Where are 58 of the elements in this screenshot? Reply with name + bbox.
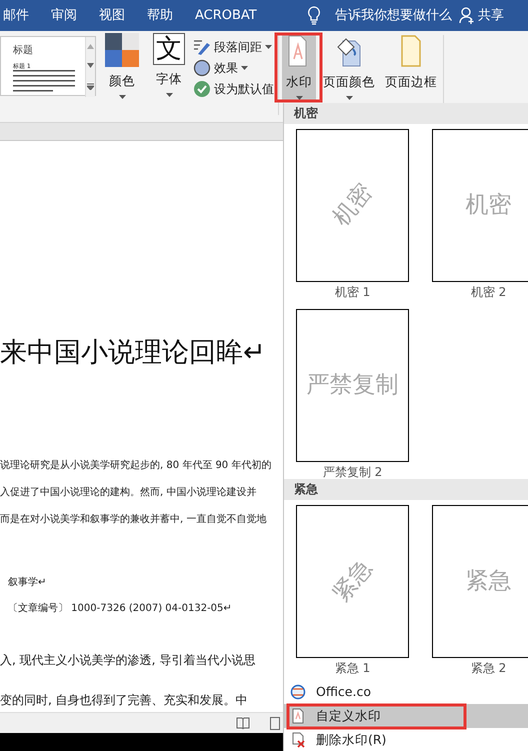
paragraph-spacing-icon: [193, 38, 211, 56]
thumbnail-label: 紧急 1: [334, 660, 372, 677]
gallery-scrollbar[interactable]: [85, 37, 95, 97]
section-header: 紧急: [284, 479, 528, 500]
page-color-button[interactable]: 页面颜色: [320, 33, 378, 101]
watermark-text: 机密: [326, 178, 378, 234]
expand-icon: [87, 82, 94, 90]
caret-icon: [166, 92, 172, 97]
globe-icon: [290, 684, 306, 700]
menu-item[interactable]: Office.co: [284, 680, 528, 704]
text-line: 入, 现代主义小说美学的渗透, 导引着当代小说思: [0, 652, 256, 669]
article-number-line: 〔文章编号〕 1000-7326 (2007) 04-0132-05↵: [8, 602, 232, 616]
fonts-button[interactable]: 文 字体: [150, 31, 188, 99]
color-palette-icon: [105, 33, 139, 67]
text-line: 入促进了中国小说理论的建构。然而, 中国小说理论建设并: [0, 486, 256, 500]
watermark-text: 紧急: [466, 567, 512, 596]
watermark-text: 严禁复制: [306, 371, 398, 400]
spacing-button[interactable]: 段落间距: [192, 36, 275, 57]
ribbon-tab[interactable]: ACROBAT: [195, 6, 257, 26]
text-line: 说理论研究是从小说美学研究起步的, 80 年代至 90 年代初的: [0, 458, 272, 473]
highlight-frame: [274, 32, 322, 102]
section-header: 机密: [284, 103, 528, 124]
watermark-text: 机密: [466, 191, 512, 220]
circle-icon: [193, 58, 211, 76]
watermark-button[interactable]: 水印: [282, 33, 316, 101]
check-icon: [193, 80, 211, 98]
thumbnail-label: 严禁复制 2: [322, 464, 384, 481]
caret-icon: [118, 94, 126, 99]
text-line: 变的同时, 自身也得到了完善、充实和发展。中: [0, 692, 248, 709]
menu-item[interactable]: 删除水印(R): [284, 728, 528, 751]
scroll-arrow-icon: [87, 63, 94, 68]
share-button[interactable]: 共享: [459, 6, 504, 26]
person-icon: [459, 7, 475, 24]
print-layout-icon: [270, 716, 280, 730]
document-title: 来中国小说理论回眸↵: [0, 336, 266, 370]
page-border-button[interactable]: 页面边框: [382, 33, 440, 101]
watermark-text: 紧急: [326, 554, 378, 610]
effects-button[interactable]: 效果: [192, 57, 275, 78]
ribbon-tab[interactable]: 帮助: [147, 6, 173, 26]
text-preview-lines: [13, 70, 75, 94]
document-icon: [290, 708, 306, 724]
thumbnail-label: 机密 1: [334, 284, 372, 301]
lightbulb-icon: [306, 6, 321, 25]
font-glyph-icon: 文: [153, 33, 185, 65]
ribbon-tab[interactable]: 邮件: [3, 6, 29, 26]
ribbon-tab[interactable]: 视图: [99, 6, 125, 26]
text-line: 而是在对小说美学和叙事学的兼收并蓄中, 一直自觉不自觉地: [0, 512, 266, 527]
thumbnail-label: 机密 2: [470, 284, 508, 301]
ribbon-tab[interactable]: 审阅: [51, 6, 77, 26]
thumbnail-label: 紧急 2: [470, 660, 508, 677]
tell-me-search[interactable]: 告诉我你想要做什么: [334, 6, 452, 26]
gallery-style-name: 标题: [13, 44, 33, 58]
remove-watermark-icon: [290, 732, 306, 748]
scroll-arrow-icon: [87, 44, 94, 50]
read-mode-icon: [236, 717, 250, 729]
colors-button[interactable]: 颜色: [102, 31, 142, 99]
default-button[interactable]: 设为默认值: [192, 78, 275, 99]
keyword-line: 叙事学↵: [8, 576, 46, 590]
